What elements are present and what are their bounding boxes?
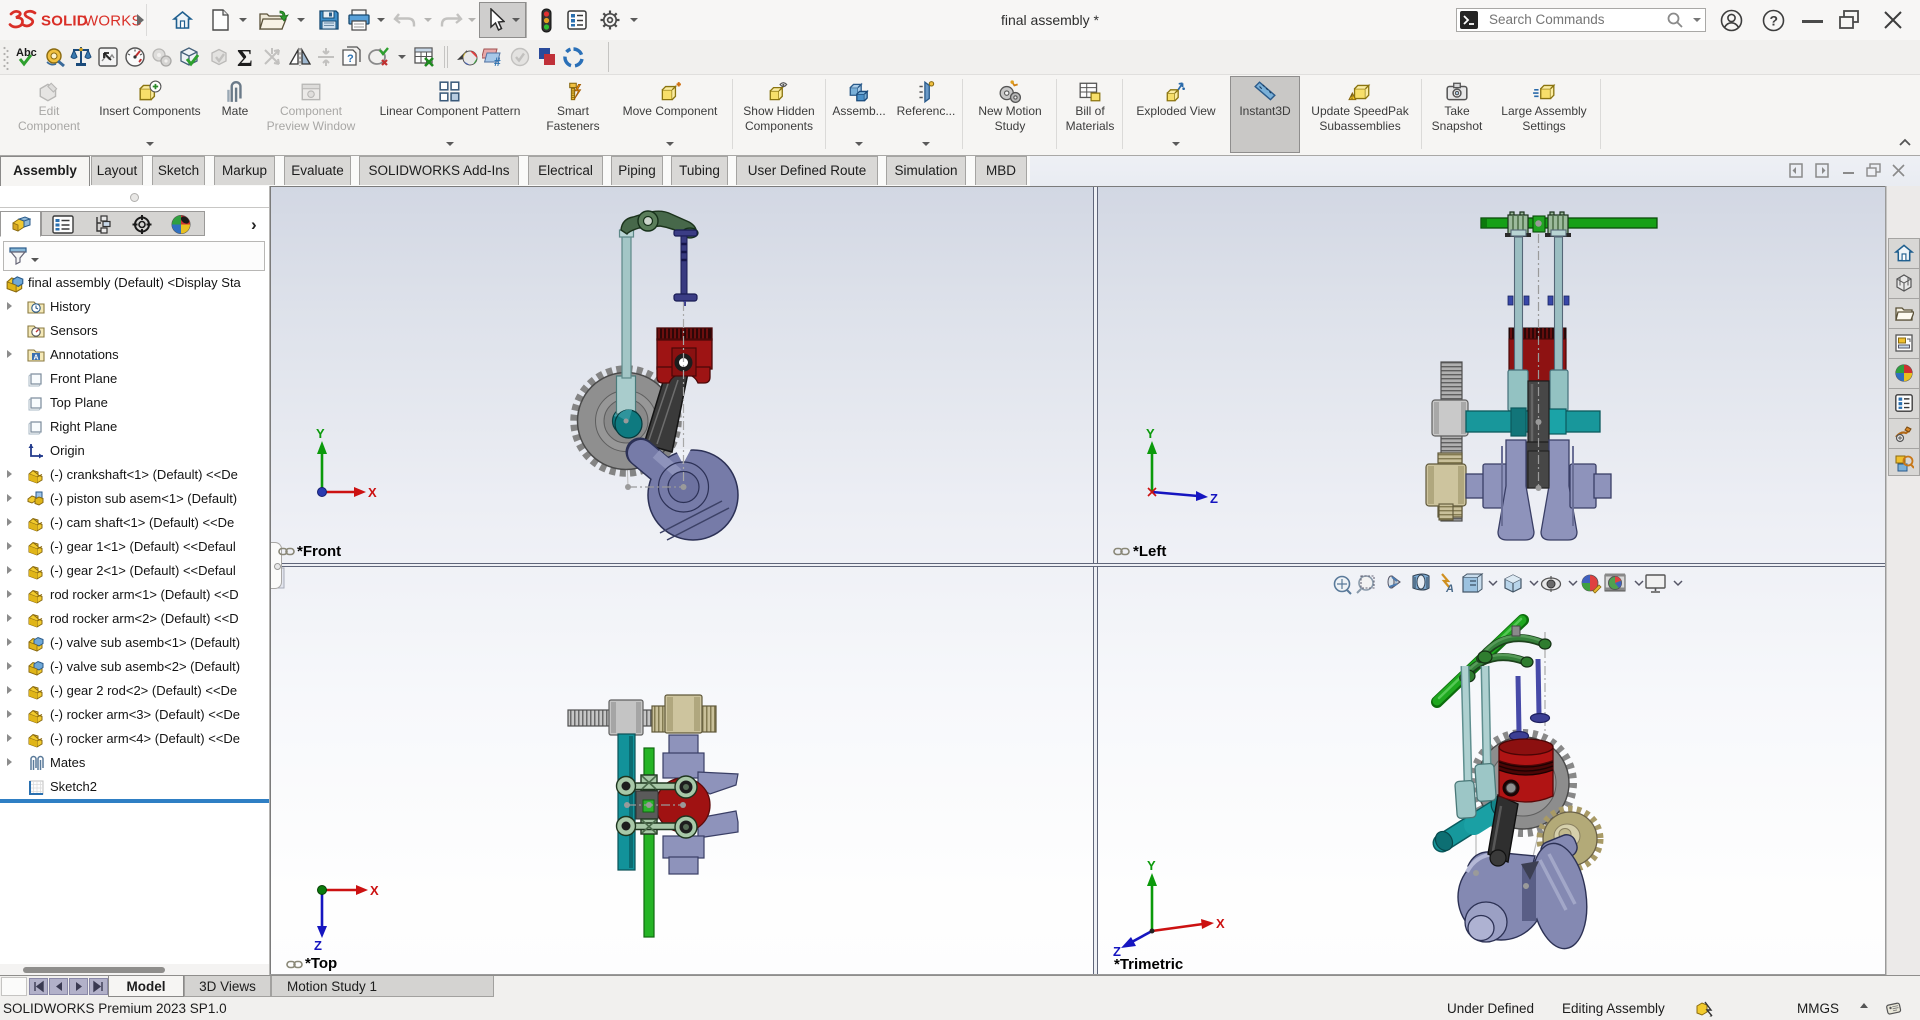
svg-text:Z: Z xyxy=(314,938,322,953)
svg-text:!: ! xyxy=(1351,95,1353,101)
svg-text:WORKS: WORKS xyxy=(84,13,142,30)
svg-text:?: ? xyxy=(1770,13,1779,29)
svg-text:Y: Y xyxy=(316,426,325,441)
svg-text:X: X xyxy=(370,883,379,898)
svg-text:Z: Z xyxy=(1210,491,1218,506)
svg-text:Abc: Abc xyxy=(16,47,37,59)
svg-text:X: X xyxy=(368,485,377,500)
svg-text:#: # xyxy=(494,55,501,68)
svg-text:Σ: Σ xyxy=(237,46,253,69)
svg-text:X: X xyxy=(1216,916,1225,931)
svg-text:SOLID: SOLID xyxy=(41,13,88,30)
svg-text:Y: Y xyxy=(1147,858,1156,873)
svg-text:Y: Y xyxy=(1146,426,1155,441)
svg-text:?: ? xyxy=(347,53,354,65)
svg-text:A: A xyxy=(1445,583,1454,595)
svg-text:A: A xyxy=(34,355,39,362)
